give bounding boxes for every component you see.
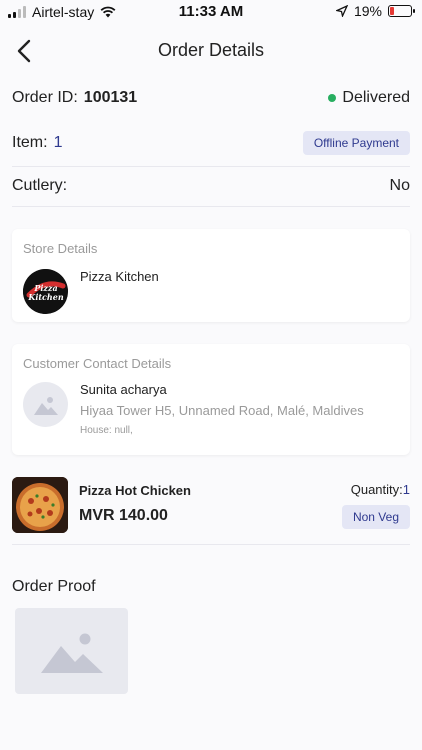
order-id-row: Order ID: 100131 Delivered xyxy=(12,89,410,107)
status-right: 19% xyxy=(335,3,415,19)
item-price: MVR 140.00 xyxy=(79,507,168,524)
battery-level xyxy=(390,7,394,15)
battery-icon xyxy=(388,5,415,17)
item-image xyxy=(12,477,68,533)
order-status: Delivered xyxy=(328,89,410,107)
customer-name: Sunita acharya xyxy=(80,382,167,397)
page-title: Order Details xyxy=(157,40,265,60)
cutlery-row: Cutlery: No xyxy=(12,177,410,195)
customer-house: House: null, xyxy=(80,425,133,436)
store-name: Pizza Kitchen xyxy=(80,269,159,284)
store-section-title: Store Details xyxy=(23,241,98,256)
store-logo: Pizza Kitchen xyxy=(23,269,68,314)
image-placeholder-icon xyxy=(33,396,58,415)
customer-avatar xyxy=(23,382,68,427)
divider xyxy=(12,206,410,207)
order-proof-title: Order Proof xyxy=(12,578,96,595)
order-status-text: Delivered xyxy=(342,89,410,106)
cutlery-label: Cutlery: xyxy=(12,177,68,194)
order-id-label: Order ID: xyxy=(12,89,78,106)
item-veg-tag: Non Veg xyxy=(341,505,410,529)
customer-details-card: Customer Contact Details Sunita acharya … xyxy=(12,344,410,455)
location-arrow-icon xyxy=(335,5,348,17)
customer-address: Hiyaa Tower H5, Unnamed Road, Malé, Mald… xyxy=(80,403,364,418)
item-count-row: Item: 1 Offline Payment xyxy=(12,131,410,155)
quantity-label: Quantity: xyxy=(350,482,403,497)
status-dot-icon xyxy=(328,94,337,102)
image-placeholder-icon xyxy=(40,633,103,673)
divider xyxy=(12,166,410,167)
customer-section-title: Customer Contact Details xyxy=(23,356,172,371)
header: Order Details xyxy=(0,30,422,72)
item-quantity: Quantity:1 xyxy=(351,482,410,497)
item-count: 1 xyxy=(53,134,63,151)
store-details-card: Store Details Pizza Kitchen Pizza Kitche… xyxy=(12,229,410,322)
payment-method-badge: Offline Payment xyxy=(302,131,410,155)
cutlery-value: No xyxy=(389,177,410,194)
pizza-image-icon xyxy=(12,477,68,533)
item-name: Pizza Hot Chicken xyxy=(79,483,191,498)
battery-percent: 19% xyxy=(353,3,382,19)
order-id-value: 100131 xyxy=(83,89,138,106)
status-bar: Airtel-stay 11:33 AM 19% xyxy=(0,0,422,24)
order-item: Pizza Hot Chicken MVR 140.00 Quantity:1 … xyxy=(12,477,410,535)
order-proof-image[interactable] xyxy=(15,608,128,694)
divider xyxy=(12,544,410,545)
pizza-kitchen-logo-icon: Pizza Kitchen xyxy=(23,269,68,314)
quantity-value: 1 xyxy=(402,482,410,497)
item-label: Item: xyxy=(12,134,48,151)
svg-text:Kitchen: Kitchen xyxy=(27,292,63,302)
